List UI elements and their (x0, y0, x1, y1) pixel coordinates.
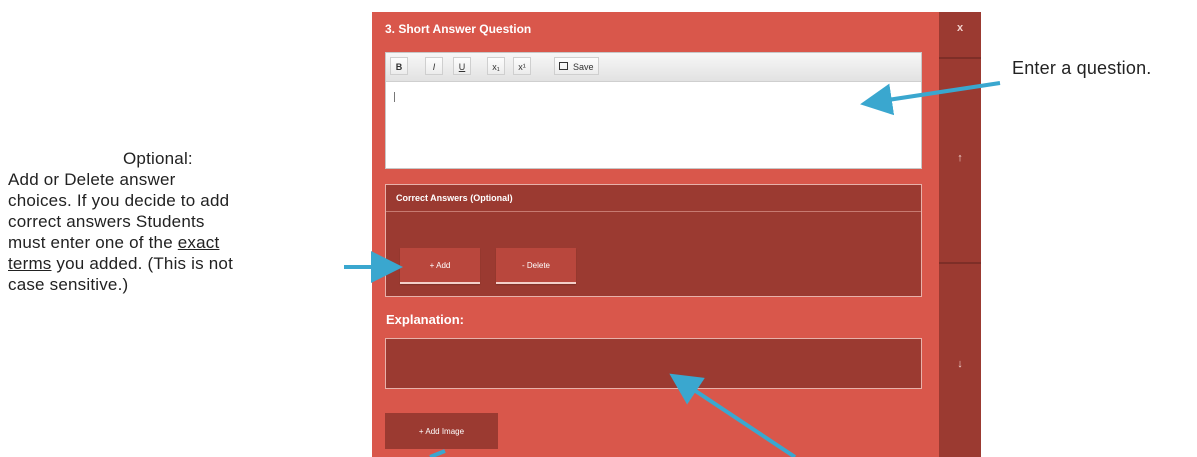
left-annotation-line-4: must enter one of the (8, 233, 178, 252)
save-button[interactable]: Save (554, 57, 599, 75)
move-up-button[interactable]: ↑ (939, 152, 981, 164)
correct-answers-section: Correct Answers (Optional) + Add - Delet… (385, 184, 922, 297)
question-controls: x ↑ ↓ (939, 12, 981, 457)
left-annotation-line-5: you added. (This is not (51, 254, 234, 273)
left-annotation-line-6: case sensitive.) (8, 275, 129, 294)
left-annotation-exact: exact (177, 233, 220, 252)
delete-answer-button[interactable]: - Delete (496, 248, 576, 284)
underline-button[interactable]: U (453, 57, 471, 75)
question-editor: B I U x₁ x¹ Save (385, 52, 922, 169)
close-button[interactable]: x (939, 22, 981, 34)
subscript-button[interactable]: x₁ (487, 57, 505, 75)
left-annotation-line-1: Add or Delete answer (8, 170, 176, 189)
explanation-input[interactable] (385, 338, 922, 389)
bold-button[interactable]: B (390, 57, 408, 75)
left-annotation-line-3: correct answers Students (8, 212, 205, 231)
controls-divider (939, 57, 981, 59)
question-text-input[interactable] (386, 82, 921, 168)
add-answer-button[interactable]: + Add (400, 248, 480, 284)
right-annotation: Enter a question. (1012, 58, 1152, 78)
correct-answers-title: Correct Answers (Optional) (396, 193, 513, 203)
move-down-button[interactable]: ↓ (939, 358, 981, 370)
floppy-disk-icon (559, 62, 568, 70)
left-annotation: Optional: Add or Delete answer choices. … (8, 148, 338, 295)
question-title: 3. Short Answer Question (385, 22, 532, 36)
answers-divider (386, 211, 921, 212)
left-annotation-line-2: choices. If you decide to add (8, 191, 230, 210)
left-annotation-terms: terms (8, 254, 52, 273)
italic-button[interactable]: I (425, 57, 443, 75)
text-caret (394, 92, 395, 102)
add-image-button[interactable]: + Add Image (385, 413, 498, 449)
superscript-button[interactable]: x¹ (513, 57, 531, 75)
save-label: Save (573, 62, 594, 72)
controls-divider (939, 262, 981, 264)
editor-toolbar: B I U x₁ x¹ Save (386, 53, 921, 82)
left-annotation-heading: Optional: (123, 149, 193, 168)
explanation-label: Explanation: (386, 312, 465, 327)
